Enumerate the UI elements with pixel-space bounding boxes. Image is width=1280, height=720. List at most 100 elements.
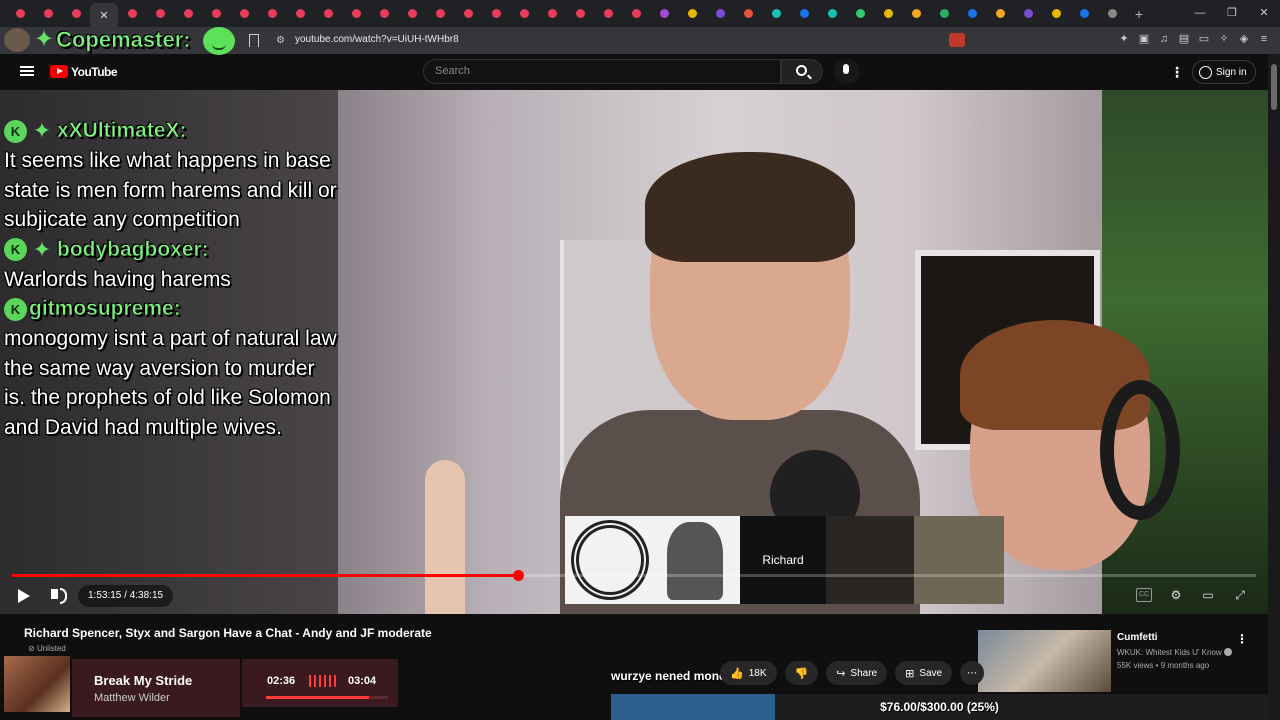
browser-tab[interactable] <box>286 4 314 24</box>
youtube-logo-icon[interactable] <box>50 65 68 78</box>
like-button[interactable]: 👍 18K <box>720 661 777 685</box>
browser-tab[interactable] <box>678 4 706 24</box>
browser-tab[interactable] <box>426 4 454 24</box>
browser-tab[interactable] <box>510 4 538 24</box>
settings-kebab-icon[interactable]: ⋮ <box>1170 64 1184 81</box>
sign-in-button[interactable]: Sign in <box>1192 60 1256 84</box>
browser-tab[interactable] <box>706 4 734 24</box>
minimize-icon[interactable]: — <box>1184 0 1216 27</box>
extensions-icon[interactable]: ✦ <box>1118 32 1130 46</box>
more-actions-button[interactable]: ⋯ <box>960 661 985 685</box>
tab-favicon-icon <box>1023 9 1033 18</box>
browser-tab[interactable] <box>482 4 510 24</box>
browser-tab[interactable] <box>174 4 202 24</box>
search-input[interactable]: Search <box>423 59 781 84</box>
theater-mode-icon[interactable]: ▭ <box>1200 588 1216 602</box>
browser-tab[interactable] <box>146 4 174 24</box>
wallet-icon[interactable]: ▭ <box>1198 32 1210 46</box>
recommended-kebab-icon[interactable]: ⋮ <box>1236 632 1248 646</box>
browser-tab[interactable] <box>734 4 762 24</box>
video-player[interactable]: Richard K ✦ xXUltimateX: It seems like what… <box>0 90 1268 614</box>
browser-tab[interactable] <box>230 4 258 24</box>
browser-tab[interactable] <box>622 4 650 24</box>
screen: ✕ + — ❐ ✕ ⚙ youtube.com/watch?v=UiUH-tWHb… <box>0 0 1280 720</box>
page-scrollbar[interactable] <box>1268 54 1280 720</box>
close-window-icon[interactable]: ✕ <box>1248 0 1280 27</box>
share-icon: ↪ <box>836 667 846 680</box>
browser-tab[interactable] <box>594 4 622 24</box>
volume-icon[interactable] <box>51 588 67 604</box>
dislike-button[interactable]: 👎 <box>784 661 819 685</box>
browser-tab[interactable] <box>34 4 62 24</box>
restore-icon[interactable]: ❐ <box>1216 0 1248 27</box>
browser-tab[interactable] <box>902 4 930 24</box>
recommended-thumbnail[interactable] <box>978 630 1111 692</box>
browser-tab[interactable] <box>454 4 482 24</box>
bookmark-icon[interactable] <box>249 34 259 47</box>
url-field[interactable]: youtube.com/watch?v=UiUH-tWHbr8 <box>295 34 459 45</box>
tab-favicon-icon <box>323 9 333 18</box>
browser-tab[interactable] <box>202 4 230 24</box>
browser-tab[interactable] <box>1070 4 1098 24</box>
now-playing-artist: Matthew Wilder <box>94 692 170 704</box>
recommended-video[interactable]: Cumfetti WKUK: Whitest Kids U' Know 55K … <box>978 630 1260 692</box>
tab-favicon-icon <box>407 9 417 18</box>
browser-tab[interactable] <box>314 4 342 24</box>
youtube-logo-text[interactable]: YouTube <box>71 65 118 79</box>
recommended-title[interactable]: Cumfetti <box>1117 632 1158 643</box>
browser-tab[interactable] <box>1098 4 1126 24</box>
browser-tab[interactable] <box>62 4 90 24</box>
browser-tab[interactable] <box>6 4 34 24</box>
browser-tab[interactable] <box>874 4 902 24</box>
search-button[interactable] <box>781 59 823 84</box>
play-icon[interactable] <box>18 589 30 603</box>
browser-tab[interactable] <box>846 4 874 24</box>
browser-tab[interactable] <box>762 4 790 24</box>
new-tab-icon[interactable]: + <box>1126 6 1152 22</box>
browser-menu-icon[interactable]: ≡ <box>1258 32 1270 46</box>
browser-tab[interactable] <box>566 4 594 24</box>
recommended-channel-name: WKUK: Whitest Kids U' Know <box>1117 648 1222 657</box>
microphone-icon <box>843 64 849 74</box>
site-info-icon[interactable]: ⚙ <box>276 35 287 46</box>
browser-tab[interactable] <box>1014 4 1042 24</box>
share-button[interactable]: ↪ Share <box>826 661 888 685</box>
browser-tab[interactable] <box>1042 4 1070 24</box>
browser-tab[interactable] <box>790 4 818 24</box>
scrollbar-thumb[interactable] <box>1271 64 1277 110</box>
frog-emote-icon <box>203 27 235 55</box>
brave-shield-icon[interactable] <box>949 33 965 47</box>
browser-tab[interactable] <box>370 4 398 24</box>
puzzle-icon[interactable]: ✧ <box>1218 32 1230 46</box>
close-tab-icon[interactable]: ✕ <box>99 9 108 22</box>
browser-tab[interactable] <box>398 4 426 24</box>
browser-tab[interactable] <box>930 4 958 24</box>
download-icon[interactable]: ▣ <box>1138 32 1150 46</box>
media-icon[interactable]: ♫ <box>1158 32 1170 46</box>
browser-tab[interactable] <box>342 4 370 24</box>
now-playing-song: Break My Stride <box>94 673 193 688</box>
browser-tab[interactable] <box>538 4 566 24</box>
album-art <box>4 656 70 712</box>
fullscreen-icon[interactable]: ⤢ <box>1232 588 1248 602</box>
browser-tab[interactable] <box>818 4 846 24</box>
visibility-badge: ⊘ Unlisted <box>28 644 66 653</box>
kick-badge-icon: K <box>4 297 27 321</box>
gear-icon[interactable]: ⚙ <box>1168 588 1184 602</box>
shield-icon[interactable]: ◈ <box>1238 32 1250 46</box>
subtitles-icon[interactable]: CC <box>1136 588 1152 602</box>
browser-tab[interactable] <box>258 4 286 24</box>
voice-search-button[interactable] <box>833 59 860 84</box>
browser-tab[interactable] <box>986 4 1014 24</box>
browser-tab[interactable] <box>650 4 678 24</box>
browser-tab[interactable]: ✕ <box>90 3 118 27</box>
save-button[interactable]: ⊞ Save <box>895 661 953 685</box>
time-display: 1:53:15 / 4:38:15 <box>78 585 174 607</box>
browser-tab[interactable] <box>118 4 146 24</box>
sidebar-icon[interactable]: ▤ <box>1178 32 1190 46</box>
browser-tab[interactable] <box>958 4 986 24</box>
extension-icons: ✦ ▣ ♫ ▤ ▭ ✧ ◈ ≡ <box>1118 32 1270 46</box>
menu-icon[interactable] <box>20 66 34 76</box>
tab-favicon-icon <box>1107 9 1117 18</box>
progress-bar[interactable] <box>12 570 1256 581</box>
